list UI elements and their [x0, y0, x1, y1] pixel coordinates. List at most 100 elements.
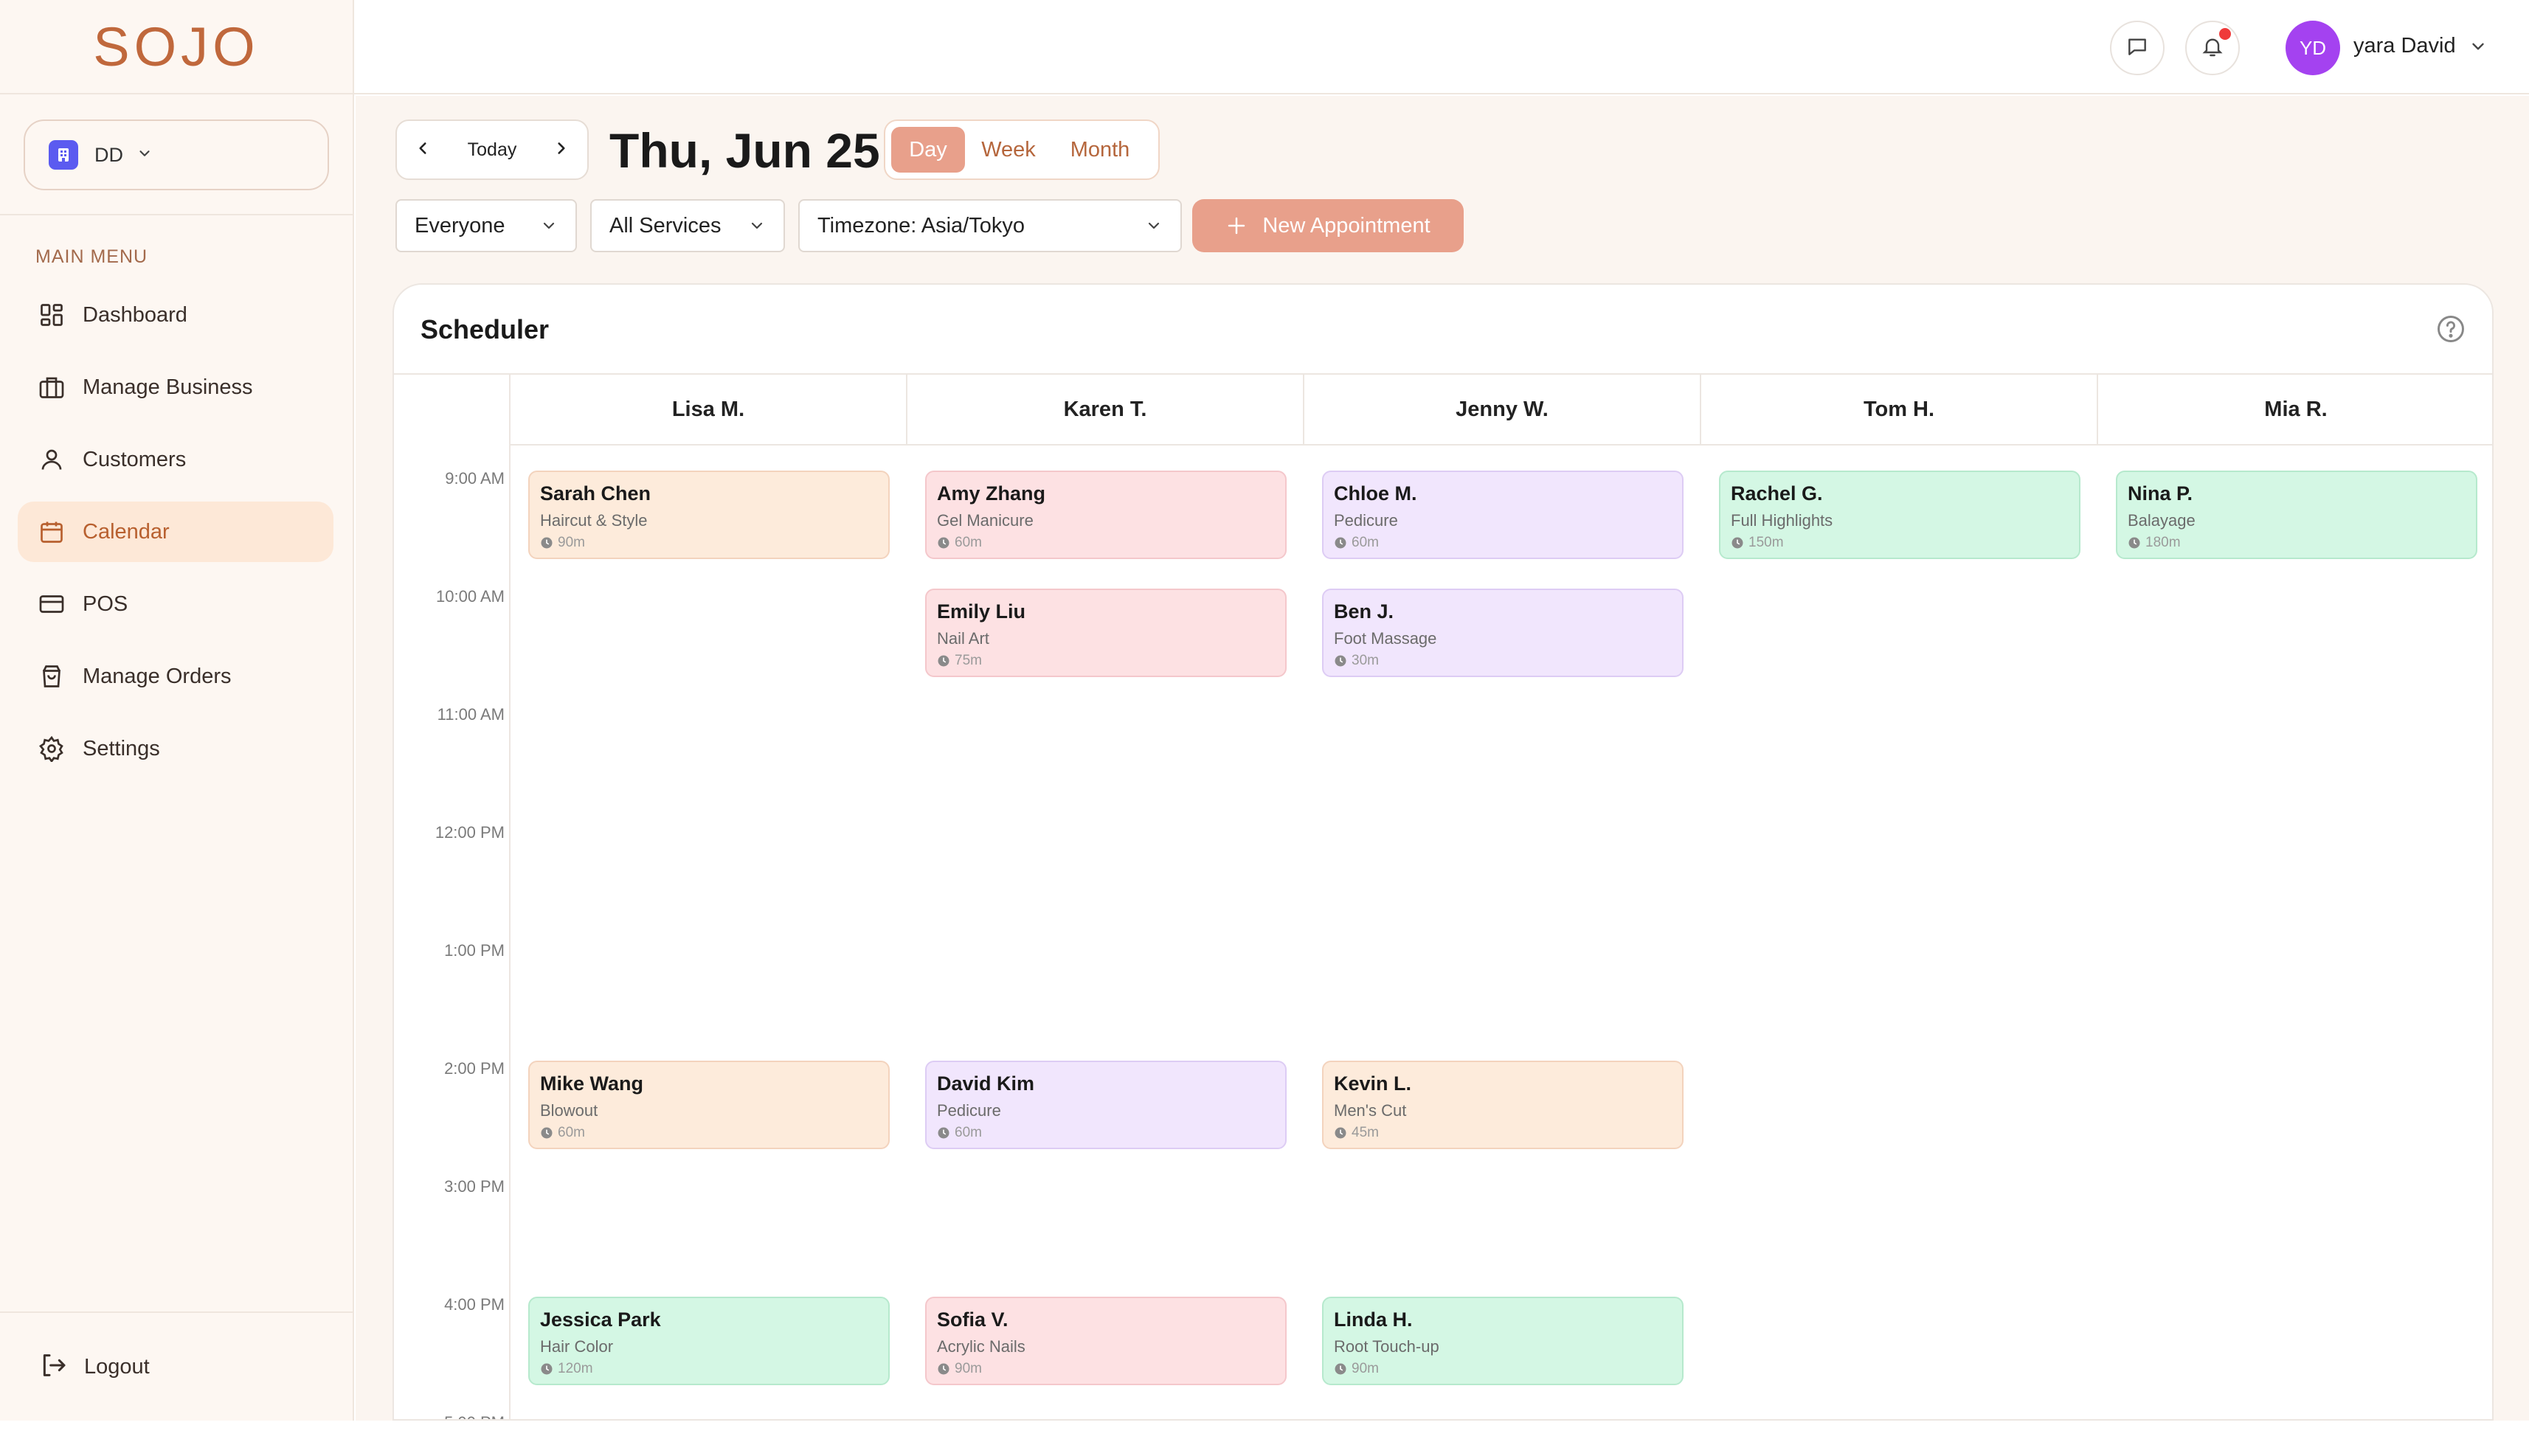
staff-filter-value: Everyone — [415, 213, 505, 238]
sidebar-item-calendar[interactable]: Calendar — [18, 502, 333, 562]
appointment-customer: Emily Liu — [937, 600, 1026, 623]
logout-button[interactable]: Logout — [0, 1311, 353, 1421]
appointment-duration-value: 60m — [1352, 535, 1379, 550]
user-name[interactable]: yara David — [2353, 34, 2456, 58]
clock-icon — [1731, 537, 1743, 549]
staff-column-header: Mia R. — [2098, 375, 2492, 446]
chevron-down-icon[interactable] — [2469, 37, 2488, 60]
appointment-duration-value: 60m — [558, 1125, 585, 1140]
staff-filter-select[interactable]: Everyone — [395, 199, 577, 252]
chevron-down-icon — [1148, 222, 1160, 229]
logout-label: Logout — [84, 1354, 150, 1379]
clock-icon — [2128, 537, 2140, 549]
sidebar-item-dashboard[interactable]: Dashboard — [18, 285, 333, 345]
appointment-service: Nail Art — [937, 629, 989, 648]
date-navigator: Today — [395, 119, 589, 180]
view-switcher: Day Week Month — [884, 119, 1160, 180]
sidebar-item-manage-business[interactable]: Manage Business — [18, 357, 333, 417]
timezone-select[interactable]: Timezone: Asia/Tokyo — [798, 199, 1182, 252]
timezone-value: Timezone: Asia/Tokyo — [817, 213, 1025, 238]
notification-dot — [2219, 28, 2231, 40]
briefcase-icon — [35, 371, 68, 403]
appointment-duration-value: 90m — [558, 535, 585, 550]
building-icon — [49, 140, 78, 170]
appointment-duration: 150m — [1731, 535, 2069, 551]
service-filter-value: All Services — [609, 213, 722, 238]
appointment-card[interactable]: Linda H. Root Touch-up 90m — [1322, 1297, 1684, 1385]
menu-title: MAIN MENU — [35, 246, 148, 267]
sidebar-item-manage-orders[interactable]: Manage Orders — [18, 646, 333, 707]
calendar-icon — [35, 516, 68, 548]
time-column — [394, 375, 511, 1419]
avatar[interactable]: YD — [2286, 21, 2340, 75]
today-button[interactable]: Today — [468, 139, 517, 161]
appointment-card[interactable]: Jessica Park Hair Color 120m — [528, 1297, 890, 1385]
time-slot-label: 4:00 PM — [444, 1295, 505, 1314]
business-selector[interactable]: DD — [24, 119, 329, 190]
appointment-duration-value: 90m — [1352, 1361, 1379, 1376]
appointment-duration-value: 60m — [955, 535, 982, 550]
sidebar-item-settings[interactable]: Settings — [18, 718, 333, 779]
time-slot-label: 1:00 PM — [444, 941, 505, 960]
chevron-right-icon[interactable] — [552, 139, 571, 162]
staff-column-header: Lisa M. — [511, 375, 907, 446]
appointment-card[interactable]: Sarah Chen Haircut & Style 90m — [528, 471, 890, 559]
messages-button[interactable] — [2110, 21, 2165, 75]
business-name: DD — [94, 143, 123, 166]
scheduler-grid: Lisa M. Karen T. Jenny W. Tom H. Mia R. 9:00 … — [394, 373, 2492, 1419]
appointment-customer: Sofia V. — [937, 1308, 1009, 1331]
appointment-duration: 60m — [937, 535, 1275, 551]
appointment-duration-value: 60m — [955, 1125, 982, 1140]
appointment-card[interactable]: David Kim Pedicure 60m — [925, 1061, 1287, 1149]
new-appointment-button[interactable]: New Appointment — [1192, 199, 1464, 252]
scheduler-title: Scheduler — [421, 314, 550, 344]
help-icon[interactable] — [2435, 313, 2467, 349]
appointment-service: Haircut & Style — [540, 511, 648, 530]
appointment-duration-value: 75m — [955, 653, 982, 668]
appointment-card[interactable]: Kevin L. Men's Cut 45m — [1322, 1061, 1684, 1149]
appointment-customer: Kevin L. — [1334, 1072, 1412, 1095]
clock-icon — [938, 537, 949, 549]
main-menu: Dashboard Manage Business Customers Cale… — [0, 285, 353, 779]
appointment-card[interactable]: Sofia V. Acrylic Nails 90m — [925, 1297, 1287, 1385]
appointment-service: Blowout — [540, 1101, 598, 1120]
dashboard-icon — [35, 299, 68, 331]
notifications-button[interactable] — [2185, 21, 2240, 75]
appointment-duration: 90m — [937, 1361, 1275, 1377]
appointment-duration: 90m — [540, 535, 878, 551]
sidebar-item-customers[interactable]: Customers — [18, 429, 333, 490]
clock-icon — [541, 1363, 553, 1375]
tab-month[interactable]: Month — [1052, 127, 1148, 173]
appointment-duration: 90m — [1334, 1361, 1672, 1377]
appointment-card[interactable]: Nina P. Balayage 180m — [2116, 471, 2477, 559]
page-title: Thu, Jun 25 — [609, 123, 880, 178]
staff-column-header: Jenny W. — [1304, 375, 1701, 446]
appointment-card[interactable]: Mike Wang Blowout 60m — [528, 1061, 890, 1149]
appointment-card[interactable]: Ben J. Foot Massage 30m — [1322, 589, 1684, 677]
appointment-card[interactable]: Emily Liu Nail Art 75m — [925, 589, 1287, 677]
appointment-card[interactable]: Rachel G. Full Highlights 150m — [1719, 471, 2080, 559]
appointment-customer: Mike Wang — [540, 1072, 644, 1095]
appointment-duration: 60m — [540, 1125, 878, 1141]
staff-column-header: Karen T. — [907, 375, 1304, 446]
time-slot-label: 2:00 PM — [444, 1059, 505, 1078]
appointment-customer: Jessica Park — [540, 1308, 661, 1331]
main-content: Today Thu, Jun 25 Day Week Month Everyon… — [356, 96, 2529, 1421]
tab-week[interactable]: Week — [965, 127, 1052, 173]
app-logo[interactable]: SOJO — [93, 15, 259, 78]
appointment-duration: 120m — [540, 1361, 878, 1377]
appointment-service: Hair Color — [540, 1337, 614, 1356]
appointment-duration: 180m — [2128, 535, 2466, 551]
time-slot-label: 10:00 AM — [436, 587, 505, 606]
tab-day[interactable]: Day — [891, 127, 965, 173]
clock-icon — [541, 1127, 553, 1139]
sidebar-item-pos[interactable]: POS — [18, 574, 333, 634]
appointment-duration: 45m — [1334, 1125, 1672, 1141]
chevron-down-icon — [751, 222, 763, 229]
chevron-left-icon[interactable] — [413, 139, 432, 162]
appointment-card[interactable]: Amy Zhang Gel Manicure 60m — [925, 471, 1287, 559]
appointment-customer: Amy Zhang — [937, 482, 1046, 505]
service-filter-select[interactable]: All Services — [590, 199, 785, 252]
shopping-bag-icon — [35, 660, 68, 693]
appointment-card[interactable]: Chloe M. Pedicure 60m — [1322, 471, 1684, 559]
